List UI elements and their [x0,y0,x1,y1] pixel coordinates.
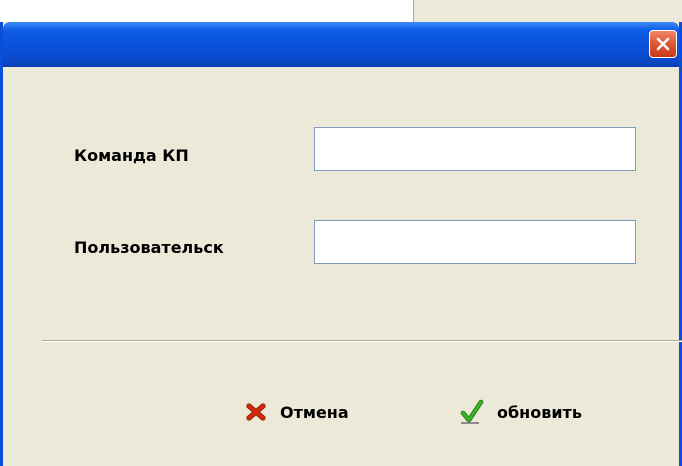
green-checkmark-icon [459,399,485,425]
divider [42,340,682,342]
close-icon [656,37,670,51]
user-input[interactable] [314,220,636,264]
background-panel [413,0,682,22]
title-bar[interactable] [3,22,679,67]
close-button[interactable] [649,30,677,58]
update-button-label: обновить [497,402,582,422]
red-x-icon [244,400,268,424]
user-label: Пользовательск [74,238,224,257]
cancel-button[interactable]: Отмена [244,392,349,432]
cancel-button-label: Отмена [280,402,349,422]
command-label: Команда КП [74,146,189,165]
update-button[interactable]: обновить [459,392,582,432]
command-input[interactable] [314,127,636,171]
